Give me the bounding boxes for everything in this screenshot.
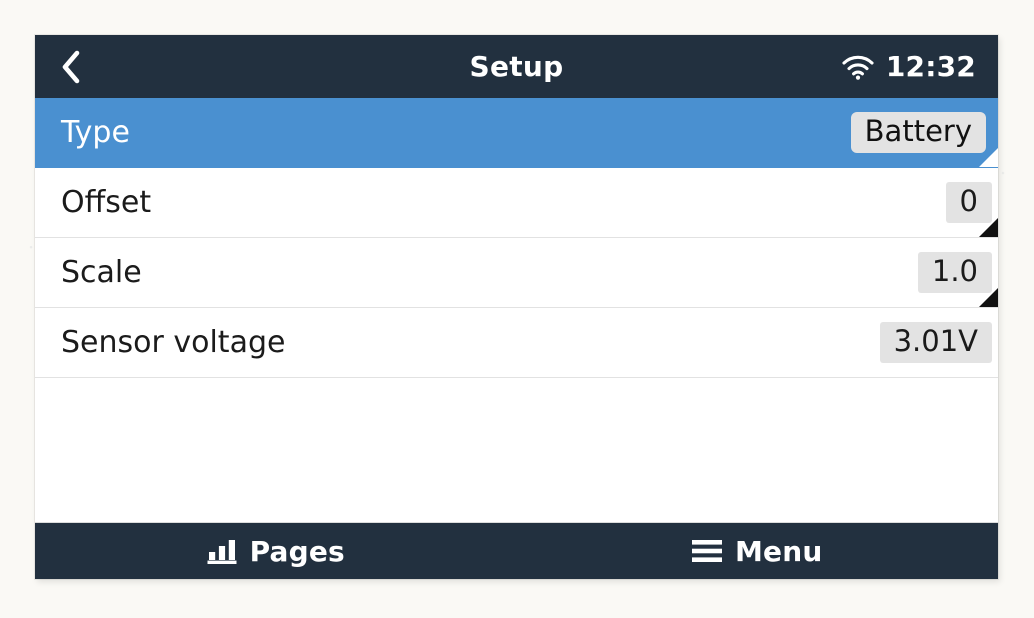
settings-list: Type Battery Offset 0 Scale 1.0 Sensor v… [35, 98, 998, 523]
editable-corner-icon [979, 288, 998, 307]
editable-corner-icon [979, 218, 998, 237]
menu-button[interactable]: Menu [517, 523, 999, 579]
menu-label: Menu [734, 534, 823, 568]
list-item-value[interactable]: 1.0 [917, 252, 992, 293]
list-item-scale[interactable]: Scale 1.0 [35, 238, 998, 308]
list-item-offset[interactable]: Offset 0 [35, 168, 998, 238]
list-item-label: Sensor voltage [61, 325, 286, 360]
list-item-value[interactable]: 0 [945, 182, 992, 223]
list-empty-area [35, 378, 998, 523]
bottom-bar: Pages Menu [35, 523, 998, 579]
list-item-value: 3.01V [879, 322, 992, 363]
list-item-label: Scale [61, 255, 142, 290]
title-bar: Setup 12:32 [35, 35, 998, 98]
editable-corner-icon [979, 148, 998, 167]
list-item-value[interactable]: Battery [850, 112, 986, 153]
bar-chart-icon [207, 540, 237, 564]
wifi-icon [842, 55, 874, 80]
list-item-type[interactable]: Type Battery [35, 98, 998, 168]
clock: 12:32 [885, 50, 976, 83]
hamburger-menu-icon [691, 540, 722, 562]
pages-label: Pages [249, 534, 345, 568]
list-item-sensor-voltage[interactable]: Sensor voltage 3.01V [35, 308, 998, 378]
gx-device-screen: Setup 12:32 Type Battery Offset 0 Scale … [35, 35, 998, 579]
status-area: 12:32 [841, 50, 976, 83]
pages-button[interactable]: Pages [35, 523, 517, 579]
list-item-label: Offset [61, 185, 152, 220]
list-item-label: Type [61, 115, 130, 150]
